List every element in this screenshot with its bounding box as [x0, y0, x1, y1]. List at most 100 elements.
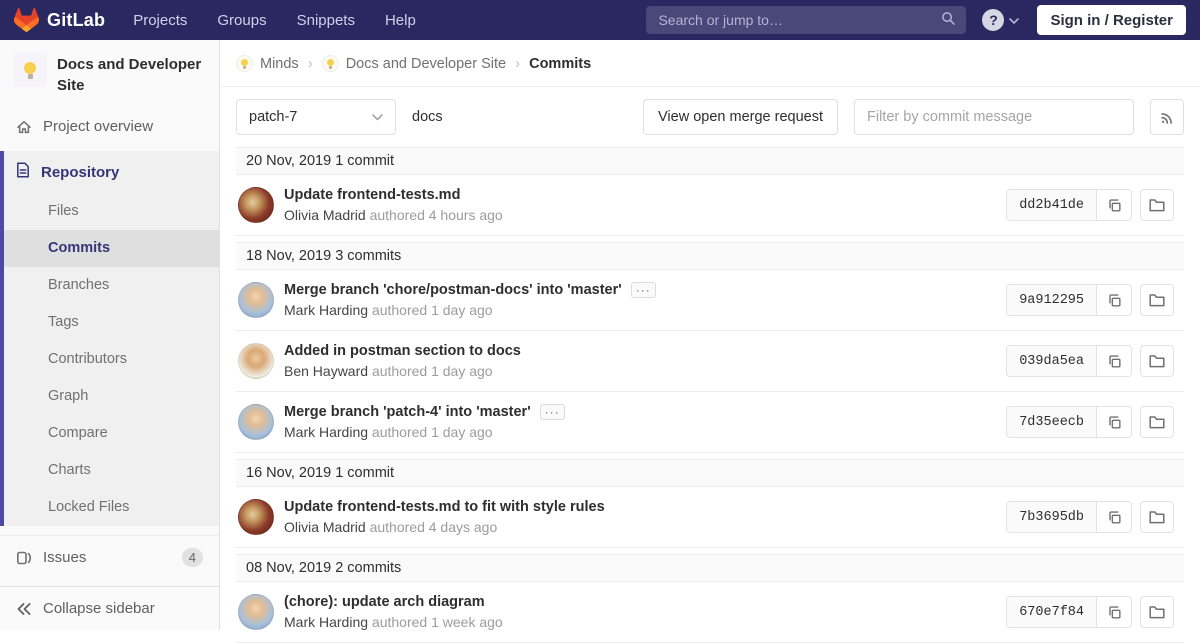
sidebar-item-charts[interactable]: Charts: [4, 452, 219, 489]
document-icon: [16, 162, 30, 182]
project-context-header[interactable]: Docs and Developer Site: [0, 40, 219, 106]
commit-meta: Mark Harding authored 1 day ago: [284, 424, 565, 440]
path-label: docs: [412, 109, 443, 125]
commit-sha-link[interactable]: 670e7f84: [1007, 597, 1097, 627]
gitlab-wordmark: GitLab: [47, 10, 105, 31]
commit-title-link[interactable]: (chore): update arch diagram: [284, 594, 485, 610]
sidebar-item-label: Project overview: [43, 118, 153, 135]
commit-author-avatar: [238, 499, 274, 535]
search-input[interactable]: [656, 11, 941, 29]
commit-title-link[interactable]: Update frontend-tests.md: [284, 187, 460, 203]
commit-author-link[interactable]: Olivia Madrid: [284, 207, 366, 223]
nav-link-snippets[interactable]: Snippets: [297, 12, 355, 29]
issues-icon: [16, 550, 32, 566]
sidebar-item-commits[interactable]: Commits: [4, 230, 219, 267]
commit-title-link[interactable]: Merge branch 'chore/postman-docs' into '…: [284, 282, 622, 298]
commit-author-link[interactable]: Mark Harding: [284, 424, 368, 440]
sidebar-item-issues[interactable]: Issues 4: [0, 535, 219, 579]
project-sidebar: Docs and Developer Site Project overview…: [0, 40, 220, 630]
commit-expander-button[interactable]: ···: [540, 404, 565, 420]
commit-actions: 9a912295: [1006, 284, 1174, 316]
copy-sha-button[interactable]: [1097, 346, 1131, 376]
filter-commit-message-input[interactable]: [854, 99, 1134, 135]
commit-title-line: (chore): update arch diagram: [284, 594, 503, 610]
sidebar-item-project-overview[interactable]: Project overview: [0, 106, 219, 147]
commit-title-link[interactable]: Update frontend-tests.md to fit with sty…: [284, 499, 605, 515]
commit-actions: 7d35eecb: [1006, 406, 1174, 438]
breadcrumb-group[interactable]: Minds: [236, 55, 299, 72]
collapse-sidebar-button[interactable]: Collapse sidebar: [0, 586, 219, 630]
commit-row: Update frontend-tests.md to fit with sty…: [236, 487, 1184, 548]
commit-meta: Ben Hayward authored 1 day ago: [284, 363, 521, 379]
browse-files-button[interactable]: [1140, 501, 1174, 533]
copy-sha-button[interactable]: [1097, 407, 1131, 437]
copy-sha-button[interactable]: [1097, 597, 1131, 627]
browse-files-button[interactable]: [1140, 189, 1174, 221]
commit-authored-time: authored 1 week ago: [372, 614, 503, 630]
commit-author-avatar: [238, 187, 274, 223]
sidebar-item-tags[interactable]: Tags: [4, 304, 219, 341]
rss-feed-button[interactable]: [1150, 99, 1184, 135]
commit-author-link[interactable]: Mark Harding: [284, 614, 368, 630]
sidebar-item-contributors[interactable]: Contributors: [4, 341, 219, 378]
commit-sha-link[interactable]: 7b3695db: [1007, 502, 1097, 532]
nav-link-projects[interactable]: Projects: [133, 12, 187, 29]
sidebar-item-locked-files[interactable]: Locked Files: [4, 489, 219, 526]
nav-link-help[interactable]: Help: [385, 12, 416, 29]
commit-title-line: Added in postman section to docs: [284, 343, 521, 359]
gitlab-tanuki-icon: [14, 8, 39, 32]
project-avatar: [13, 53, 47, 87]
sidebar-item-branches[interactable]: Branches: [4, 267, 219, 304]
copy-sha-button[interactable]: [1097, 285, 1131, 315]
commit-row: Update frontend-tests.md Olivia Madrid a…: [236, 175, 1184, 236]
commit-date-header: 16 Nov, 2019 1 commit: [236, 459, 1184, 487]
global-search[interactable]: [646, 6, 966, 34]
sidebar-item-files[interactable]: Files: [4, 193, 219, 230]
commit-author-link[interactable]: Olivia Madrid: [284, 519, 366, 535]
breadcrumb-separator: ›: [308, 55, 313, 72]
collapse-sidebar-label: Collapse sidebar: [43, 600, 155, 617]
browse-files-button[interactable]: [1140, 596, 1174, 628]
commit-title-line: Update frontend-tests.md: [284, 187, 503, 203]
commit-row: Merge branch 'chore/postman-docs' into '…: [236, 270, 1184, 331]
sidebar-item-compare[interactable]: Compare: [4, 415, 219, 452]
branch-selector-dropdown[interactable]: patch-7: [236, 99, 396, 135]
sign-in-register-button[interactable]: Sign in / Register: [1037, 5, 1186, 35]
commit-sha-link[interactable]: 7d35eecb: [1007, 407, 1097, 437]
main-content: Minds › Docs and Developer Site › Commit…: [220, 40, 1200, 630]
commit-date-header: 18 Nov, 2019 3 commits: [236, 242, 1184, 270]
gitlab-logo[interactable]: GitLab: [14, 8, 105, 32]
commit-authored-time: authored 4 hours ago: [370, 207, 503, 223]
commit-info: (chore): update arch diagram Mark Hardin…: [284, 594, 503, 630]
sidebar-item-label: Issues: [43, 549, 86, 566]
sidebar-item-label: Repository: [41, 164, 119, 181]
commit-title-link[interactable]: Added in postman section to docs: [284, 343, 521, 359]
commit-sha-group: 670e7f84: [1006, 596, 1132, 628]
project-title: Docs and Developer Site: [57, 53, 205, 96]
nav-link-groups[interactable]: Groups: [217, 12, 266, 29]
commit-author-link[interactable]: Ben Hayward: [284, 363, 368, 379]
copy-sha-button[interactable]: [1097, 190, 1131, 220]
commit-expander-button[interactable]: ···: [631, 282, 656, 298]
commit-author-avatar: [238, 594, 274, 630]
branch-selected-label: patch-7: [249, 109, 297, 125]
commit-sha-link[interactable]: 9a912295: [1007, 285, 1097, 315]
browse-files-button[interactable]: [1140, 345, 1174, 377]
commit-title-link[interactable]: Merge branch 'patch-4' into 'master': [284, 404, 531, 420]
help-menu[interactable]: ?: [982, 9, 1019, 31]
breadcrumb-separator: ›: [515, 55, 520, 72]
sidebar-item-repository[interactable]: Repository: [4, 151, 219, 193]
lightbulb-icon: [24, 62, 37, 79]
commit-sha-link[interactable]: 039da5ea: [1007, 346, 1097, 376]
commit-sha-link[interactable]: dd2b41de: [1007, 190, 1097, 220]
copy-sha-button[interactable]: [1097, 502, 1131, 532]
commit-date-header: 20 Nov, 2019 1 commit: [236, 147, 1184, 175]
sidebar-item-graph[interactable]: Graph: [4, 378, 219, 415]
view-open-merge-request-button[interactable]: View open merge request: [643, 99, 838, 135]
browse-files-button[interactable]: [1140, 284, 1174, 316]
browse-files-button[interactable]: [1140, 406, 1174, 438]
commit-author-link[interactable]: Mark Harding: [284, 302, 368, 318]
breadcrumb-project[interactable]: Docs and Developer Site: [322, 55, 506, 72]
commit-actions: 670e7f84: [1006, 596, 1174, 628]
commit-row: (chore): update arch diagram Mark Hardin…: [236, 582, 1184, 643]
